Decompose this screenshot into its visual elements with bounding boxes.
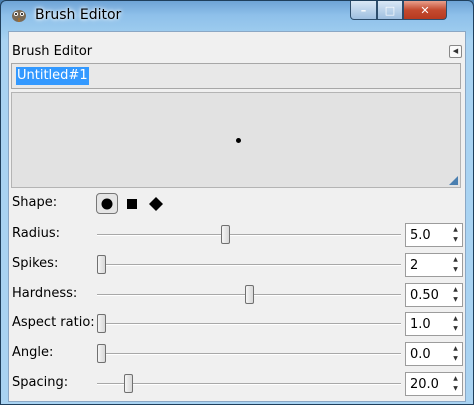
slider-label: Aspect ratio: [12, 315, 95, 330]
panel-menu-button[interactable]: ◀ [449, 45, 462, 58]
panel-title: Brush Editor [12, 44, 93, 59]
shape-circle-button[interactable] [96, 193, 118, 214]
spinbox-value: 2 [410, 258, 419, 273]
slider-thumb[interactable] [124, 374, 133, 393]
spinbox-value: 5.0 [410, 228, 431, 243]
slider-track[interactable] [97, 383, 401, 385]
value-spinbox[interactable]: 2 ▲ ▼ [405, 253, 463, 277]
spin-down-icon[interactable]: ▼ [451, 295, 460, 305]
spinbox-value: 0.50 [410, 288, 439, 303]
spin-up-icon[interactable]: ▲ [451, 344, 460, 354]
minimize-button[interactable]: – [350, 1, 377, 20]
value-spinbox[interactable]: 0.0 ▲ ▼ [405, 342, 463, 366]
spin-up-icon[interactable]: ▲ [451, 314, 460, 324]
maximize-button[interactable]: □ [377, 1, 403, 20]
slider-track[interactable] [97, 353, 401, 355]
spin-up-icon[interactable]: ▲ [451, 374, 460, 384]
slider-track[interactable] [97, 234, 401, 236]
shape-diamond-button[interactable] [145, 193, 167, 214]
circle-icon [101, 198, 113, 209]
spin-up-icon[interactable]: ▲ [451, 285, 460, 295]
slider-thumb[interactable] [245, 285, 254, 304]
slider-track[interactable] [97, 323, 401, 325]
spin-down-icon[interactable]: ▼ [451, 384, 460, 394]
title-bar[interactable]: Brush Editor – □ ✕ [1, 1, 473, 31]
slider-thumb[interactable] [97, 255, 106, 274]
brush-preview [11, 92, 461, 188]
brush-editor-window: Brush Editor – □ ✕ Brush Editor ◀ Untitl… [0, 0, 474, 405]
value-spinbox[interactable]: 5.0 ▲ ▼ [405, 223, 463, 247]
value-spinbox[interactable]: 0.50 ▲ ▼ [405, 283, 463, 307]
close-icon: ✕ [420, 3, 430, 17]
brush-name-input[interactable]: Untitled#1 [11, 63, 461, 89]
slider-thumb[interactable] [97, 344, 106, 363]
spinbox-value: 0.0 [410, 347, 431, 362]
shape-label: Shape: [12, 195, 58, 210]
slider-label: Angle: [12, 345, 54, 360]
slider-label: Hardness: [12, 286, 78, 301]
slider-track[interactable] [97, 264, 401, 266]
close-button[interactable]: ✕ [403, 1, 447, 20]
panel-menu-icon: ◀ [452, 47, 459, 55]
slider-thumb[interactable] [221, 225, 230, 244]
spin-up-icon[interactable]: ▲ [451, 255, 460, 265]
spinbox-value: 1.0 [410, 317, 431, 332]
minimize-icon: – [360, 3, 367, 17]
spin-down-icon[interactable]: ▼ [451, 354, 460, 364]
spin-down-icon[interactable]: ▼ [451, 324, 460, 334]
diamond-icon [149, 196, 163, 211]
spin-down-icon[interactable]: ▼ [451, 265, 460, 275]
brush-preview-dot [236, 138, 241, 143]
brush-name-text: Untitled#1 [16, 67, 89, 85]
gimp-app-icon [12, 10, 26, 22]
shape-square-button[interactable] [121, 193, 143, 214]
spinbox-value: 20.0 [410, 377, 439, 392]
window-title: Brush Editor [35, 7, 122, 23]
value-spinbox[interactable]: 1.0 ▲ ▼ [405, 312, 463, 336]
slider-label: Spikes: [12, 256, 59, 271]
slider-thumb[interactable] [97, 314, 106, 333]
value-spinbox[interactable]: 20.0 ▲ ▼ [405, 372, 463, 396]
slider-label: Radius: [12, 226, 60, 241]
maximize-icon: □ [384, 3, 396, 17]
editor-panel: Brush Editor ◀ Untitled#1 Shape: Radius:… [8, 31, 466, 402]
spin-up-icon[interactable]: ▲ [451, 225, 460, 235]
spin-down-icon[interactable]: ▼ [451, 235, 460, 245]
resize-grip-icon[interactable] [449, 176, 458, 185]
square-icon [127, 198, 137, 209]
slider-label: Spacing: [12, 375, 69, 390]
